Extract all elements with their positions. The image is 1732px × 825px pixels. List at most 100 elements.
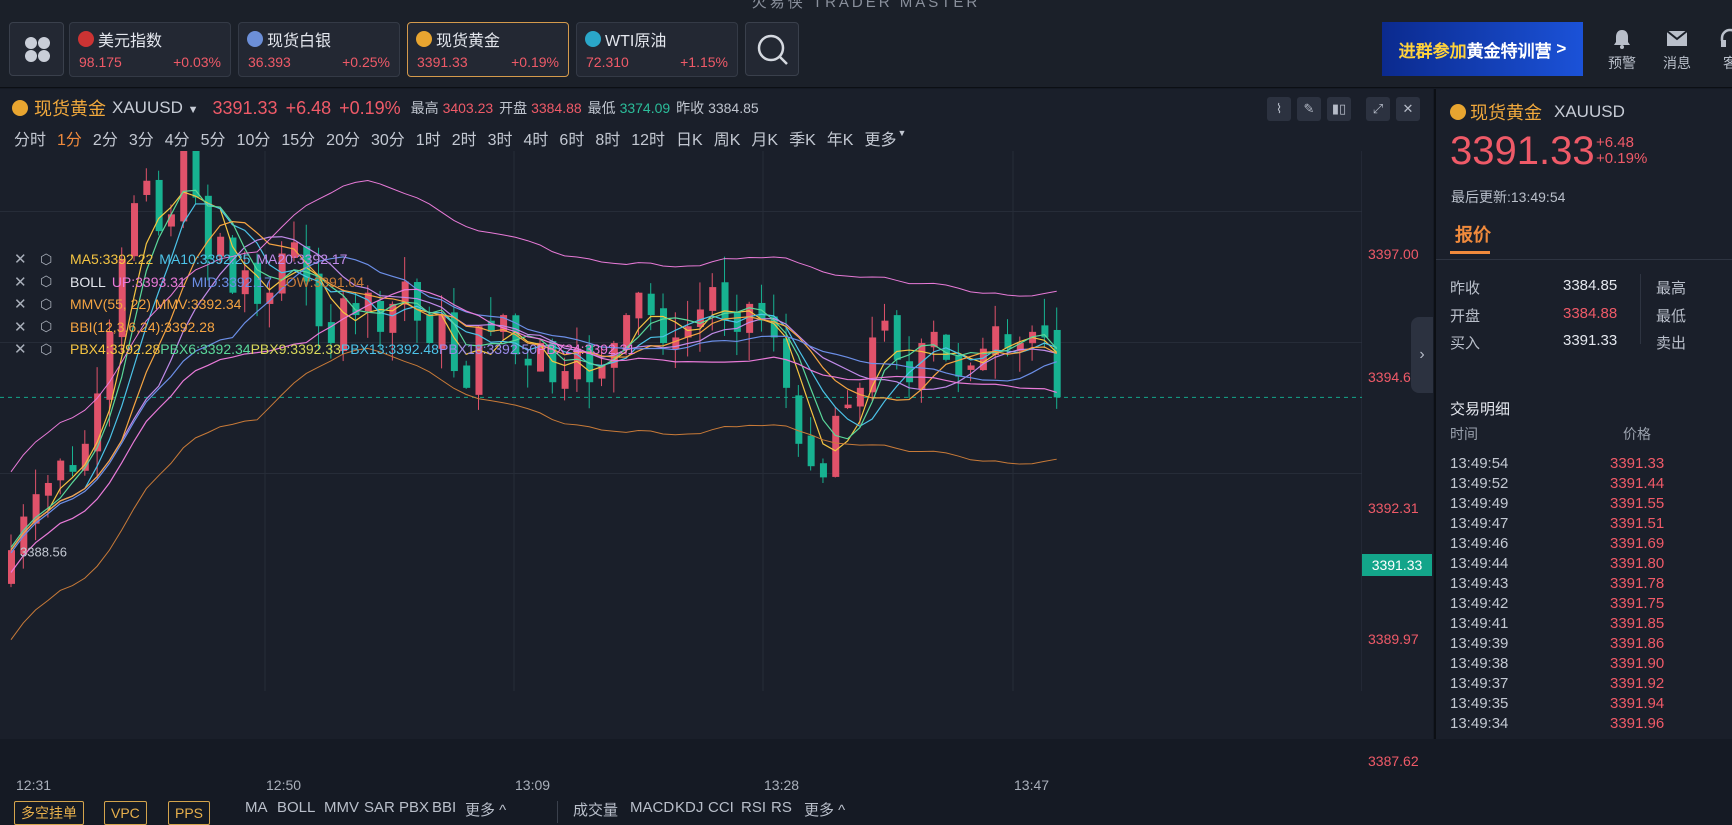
overlay-2[interactable]: MMV bbox=[324, 799, 359, 816]
y-axis-label: 3389.97 bbox=[1368, 631, 1419, 647]
ticker-price: 36.393 bbox=[248, 54, 291, 70]
app-title: 火易侠 TRADER MASTER bbox=[751, 0, 981, 11]
timeframe-18[interactable]: 周K bbox=[714, 126, 741, 150]
order-button-1[interactable]: VPC bbox=[104, 801, 147, 825]
timeframe-5[interactable]: 5分 bbox=[201, 126, 226, 150]
chart-tools: ⌇ ✎ ▮▯ bbox=[1267, 97, 1351, 121]
ticker-name-row: 现货黄金 bbox=[416, 27, 500, 51]
close-icon[interactable]: ✕ bbox=[14, 318, 34, 336]
ticker-3[interactable]: WTI原油 72.310 +1.15% bbox=[576, 22, 738, 77]
chart-symbol-select[interactable]: XAUUSD ▼ bbox=[112, 98, 198, 118]
timeframe-14[interactable]: 6时 bbox=[559, 126, 584, 150]
sub-indicator-1[interactable]: MACD bbox=[630, 799, 674, 816]
candle-body bbox=[942, 334, 950, 360]
sub-indicator-4[interactable]: RSI bbox=[741, 799, 766, 816]
quote-row-value: 3384.85 bbox=[1563, 277, 1618, 294]
search-button[interactable] bbox=[745, 22, 799, 76]
overlay-0[interactable]: MA bbox=[245, 799, 268, 816]
candle-body bbox=[967, 365, 975, 370]
order-button-0[interactable]: 多空挂单 bbox=[14, 801, 84, 825]
chart-price: 3391.33 bbox=[212, 97, 278, 118]
timeframe-9[interactable]: 30分 bbox=[371, 126, 405, 150]
table-row: 13:49:41 3391.85 bbox=[1450, 615, 1720, 632]
candle-type-button[interactable]: ▮▯ bbox=[1327, 97, 1351, 121]
timeframe-7[interactable]: 15分 bbox=[281, 126, 315, 150]
timeframe-15[interactable]: 8时 bbox=[595, 126, 620, 150]
timeframe-6[interactable]: 10分 bbox=[237, 126, 271, 150]
sub-indicator-5[interactable]: RS bbox=[771, 799, 792, 816]
table-row: 13:49:49 3391.55 bbox=[1450, 495, 1720, 512]
timeframe-13[interactable]: 4时 bbox=[524, 126, 549, 150]
timeframe-19[interactable]: 月K bbox=[751, 126, 778, 150]
table-row: 13:49:54 3391.33 bbox=[1450, 455, 1720, 472]
table-row: 13:49:52 3391.44 bbox=[1450, 475, 1720, 492]
timeframe-22[interactable]: 更多 bbox=[864, 126, 896, 150]
timeframe-0[interactable]: 分时 bbox=[14, 126, 46, 150]
draw-tool-button[interactable]: ✎ bbox=[1297, 97, 1321, 121]
caret-down-icon: ▼ bbox=[897, 128, 907, 138]
service-button[interactable]: 客 bbox=[1705, 28, 1732, 73]
sub-indicator-6[interactable]: 更多 ^ bbox=[804, 799, 845, 820]
sub-indicator-0[interactable]: 成交量 bbox=[573, 799, 618, 820]
timeframe-21[interactable]: 年K bbox=[827, 126, 854, 150]
table-row: 13:49:39 3391.86 bbox=[1450, 635, 1720, 652]
close-icon[interactable]: ✕ bbox=[14, 295, 34, 313]
ticker-0[interactable]: 美元指数 98.175 +0.03% bbox=[69, 22, 231, 77]
settings-icon[interactable]: ⬡ bbox=[40, 318, 64, 335]
open-label: 开盘 bbox=[499, 100, 528, 116]
timeframe-10[interactable]: 1时 bbox=[416, 126, 441, 150]
timeframe-16[interactable]: 12时 bbox=[631, 126, 665, 150]
sub-indicator-2[interactable]: KDJ bbox=[675, 799, 703, 816]
timeframe-17[interactable]: 日K bbox=[676, 126, 703, 150]
trade-price: 3391.51 bbox=[1610, 515, 1665, 532]
order-button-2[interactable]: PPS bbox=[168, 801, 211, 825]
overlay-6[interactable]: 更多 ^ bbox=[465, 799, 506, 820]
chart-collapse-button[interactable]: › bbox=[1411, 317, 1433, 393]
close-chart-button[interactable]: ✕ bbox=[1396, 97, 1420, 121]
candle-body bbox=[696, 309, 704, 327]
candle-body bbox=[672, 337, 680, 350]
trade-time: 13:49:49 bbox=[1450, 495, 1509, 512]
timeframe-8[interactable]: 20分 bbox=[326, 126, 360, 150]
timeframe-4[interactable]: 4分 bbox=[165, 126, 190, 150]
headset-icon bbox=[1720, 28, 1732, 47]
settings-icon[interactable]: ⬡ bbox=[40, 296, 64, 313]
close-icon[interactable]: ✕ bbox=[14, 250, 34, 268]
tab-quote[interactable]: 报价 bbox=[1455, 221, 1491, 247]
timeframe-20[interactable]: 季K bbox=[789, 126, 816, 150]
message-button[interactable]: 消息 bbox=[1652, 28, 1702, 73]
ticker-1[interactable]: 现货白银 36.393 +0.25% bbox=[238, 22, 400, 77]
trade-time: 13:49:39 bbox=[1450, 635, 1509, 652]
overlay-1[interactable]: BOLL bbox=[277, 799, 315, 816]
close-icon[interactable]: ✕ bbox=[14, 273, 34, 291]
y-axis-label: 3397.00 bbox=[1368, 246, 1419, 262]
timeframe-1[interactable]: 1分 bbox=[57, 126, 82, 150]
timeframe-3[interactable]: 3分 bbox=[129, 126, 154, 150]
fullscreen-button[interactable]: ⤢ bbox=[1366, 97, 1390, 121]
app-menu-button[interactable] bbox=[9, 22, 64, 76]
timeframe-11[interactable]: 2时 bbox=[452, 126, 477, 150]
overlay-4[interactable]: PBX bbox=[399, 799, 429, 816]
overlay-3[interactable]: SAR bbox=[364, 799, 395, 816]
mail-icon bbox=[1666, 30, 1688, 46]
settings-icon[interactable]: ⬡ bbox=[40, 251, 64, 268]
table-row: 13:49:46 3391.69 bbox=[1450, 535, 1720, 552]
indicator-row-ma: ✕ ⬡ MA5:3392.22 MA10:3392.25 MA20:3392.17 bbox=[14, 250, 353, 269]
alert-button[interactable]: 预警 bbox=[1597, 28, 1647, 73]
close-icon[interactable]: ✕ bbox=[14, 340, 34, 358]
settings-icon[interactable]: ⬡ bbox=[40, 341, 64, 358]
trade-price: 3391.96 bbox=[1610, 715, 1665, 732]
sub-indicator-3[interactable]: CCI bbox=[708, 799, 734, 816]
table-row: 13:49:37 3391.92 bbox=[1450, 675, 1720, 692]
timeframe-2[interactable]: 2分 bbox=[93, 126, 118, 150]
ticker-price: 98.175 bbox=[79, 54, 122, 70]
ticker-2[interactable]: 现货黄金 3391.33 +0.19% bbox=[407, 22, 569, 77]
indicator-tool-button[interactable]: ⌇ bbox=[1267, 97, 1291, 121]
timeframe-12[interactable]: 3时 bbox=[488, 126, 513, 150]
overlay-5[interactable]: BBI bbox=[432, 799, 456, 816]
silver-icon bbox=[247, 31, 263, 47]
indicator-value: UP:3393.31 bbox=[111, 273, 186, 290]
service-label: 客 bbox=[1723, 55, 1732, 71]
settings-icon[interactable]: ⬡ bbox=[40, 273, 64, 290]
promo-banner[interactable]: 进群参加 黄金特训营 > bbox=[1382, 22, 1583, 76]
